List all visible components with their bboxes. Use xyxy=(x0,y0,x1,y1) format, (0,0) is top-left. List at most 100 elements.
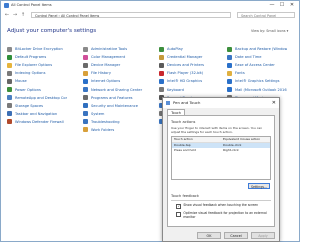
control-panel-item[interactable]: Security and Maintenance xyxy=(83,102,143,110)
control-panel-item[interactable]: Internet Options xyxy=(83,77,143,85)
control-panel-item[interactable]: Indexing Options xyxy=(7,69,67,77)
control-panel-item[interactable]: Devices and Printers xyxy=(159,61,219,69)
control-panel-item[interactable]: RemoteApp and Desktop Connections xyxy=(7,94,67,102)
touch-description: Use your finger to interact with items o… xyxy=(171,126,263,134)
item-label: Indexing Options xyxy=(15,71,46,76)
touch-actions-label: Touch actions xyxy=(171,120,196,124)
checkbox-label: Show visual feedback when touching the s… xyxy=(183,203,259,207)
control-panel-item[interactable]: Intel® HD Graphics xyxy=(159,77,219,85)
control-panel-item[interactable]: AutoPlay xyxy=(159,45,219,53)
item-icon xyxy=(7,103,12,109)
control-panel-item[interactable]: Default Programs xyxy=(7,53,67,61)
control-panel-item[interactable]: Keyboard xyxy=(159,85,219,93)
item-label: Work Folders xyxy=(91,127,115,132)
control-panel-item[interactable]: Power Options xyxy=(7,85,67,93)
divider xyxy=(171,200,271,201)
item-label: Mouse xyxy=(15,79,27,84)
forward-button[interactable]: → xyxy=(12,12,18,18)
item-label: RemoteApp and Desktop Connections xyxy=(15,95,67,100)
item-icon xyxy=(159,62,164,68)
item-label: Fonts xyxy=(235,71,245,76)
control-panel-item[interactable]: Intel® Graphics Settings xyxy=(227,77,287,85)
address-bar[interactable]: Control Panel › All Control Panel Items xyxy=(31,12,231,18)
item-label: Intel® Graphics Settings xyxy=(235,79,280,84)
dialog-title: Pen and Touch xyxy=(173,100,201,105)
apply-button[interactable]: Apply xyxy=(251,232,275,239)
item-label: Device Manager xyxy=(91,63,121,68)
control-panel-item[interactable]: Storage Spaces xyxy=(7,102,67,110)
item-label: Windows Defender Firewall xyxy=(15,119,64,124)
item-icon xyxy=(7,70,12,76)
control-panel-item[interactable]: Color Management xyxy=(83,53,143,61)
touch-actions-table[interactable]: Touch action Equivalent mouse action Dou… xyxy=(171,136,271,180)
item-icon xyxy=(227,62,232,68)
ok-button[interactable]: OK xyxy=(197,232,221,239)
control-panel-item[interactable]: Troubleshooting xyxy=(83,118,143,126)
item-label: Storage Spaces xyxy=(15,103,44,108)
control-panel-item[interactable]: Backup and Restore (Windows 7) xyxy=(227,45,287,53)
item-icon xyxy=(7,62,12,68)
column-header: Touch action xyxy=(174,137,193,141)
item-icon xyxy=(7,78,12,84)
optimize-feedback-checkbox[interactable]: Optimize visual feedback for projection … xyxy=(176,211,268,220)
maximize-button[interactable]: ☐ xyxy=(277,1,287,10)
items-column-1: BitLocker Drive Encryption Default Progra… xyxy=(7,45,67,126)
control-panel-item[interactable]: Date and Time xyxy=(227,53,287,61)
item-icon xyxy=(7,95,12,101)
control-panel-item[interactable]: Mouse xyxy=(7,77,67,85)
control-panel-item[interactable]: Fonts xyxy=(227,69,287,77)
item-icon xyxy=(83,95,88,101)
control-panel-item[interactable]: System xyxy=(83,110,143,118)
item-icon xyxy=(227,87,232,93)
table-row[interactable]: Press and hold Right-click xyxy=(172,148,270,153)
item-icon xyxy=(83,62,88,68)
item-icon xyxy=(227,54,232,60)
control-panel-item[interactable]: Work Folders xyxy=(83,126,143,134)
settings-button[interactable]: Settings... xyxy=(248,183,270,189)
control-panel-item[interactable]: Flash Player (32-bit) xyxy=(159,69,219,77)
item-label: Backup and Restore (Windows 7) xyxy=(235,47,287,52)
checkbox-box[interactable]: ✓ xyxy=(176,204,182,210)
control-panel-item[interactable]: Mail (Microsoft Outlook 2016) xyxy=(227,85,287,93)
dialog-title-bar: Pen and Touch ✕ xyxy=(163,98,279,108)
window-title: All Control Panel Items xyxy=(11,3,52,7)
checkbox-box[interactable] xyxy=(176,212,182,218)
item-icon xyxy=(83,103,88,109)
control-panel-item[interactable]: File History xyxy=(83,69,143,77)
back-button[interactable]: ← xyxy=(4,12,10,18)
table-cell: Press and hold xyxy=(174,148,196,152)
minimize-button[interactable]: — xyxy=(267,1,277,10)
item-label: BitLocker Drive Encryption xyxy=(15,47,63,52)
view-by-selector[interactable]: View by: Small icons ▾ xyxy=(251,29,288,33)
control-panel-item[interactable]: Ease of Access Center xyxy=(227,61,287,69)
page-title: Adjust your computer's settings xyxy=(7,28,97,34)
address-bar-row: ← → ↑ Control Panel › All Control Panel … xyxy=(1,11,299,19)
control-panel-item[interactable]: Taskbar and Navigation xyxy=(7,110,67,118)
control-panel-item[interactable]: Windows Defender Firewall xyxy=(7,118,67,126)
control-panel-item[interactable]: Administrative Tools xyxy=(83,45,143,53)
control-panel-item[interactable]: Credential Manager xyxy=(159,53,219,61)
control-panel-item[interactable]: Programs and Features xyxy=(83,94,143,102)
control-panel-item[interactable]: BitLocker Drive Encryption xyxy=(7,45,67,53)
item-label: Internet Options xyxy=(91,79,121,84)
item-label: File Explorer Options xyxy=(15,63,53,68)
cancel-button[interactable]: Cancel xyxy=(224,232,248,239)
item-label: Date and Time xyxy=(235,55,262,60)
search-input[interactable]: Search Control Panel xyxy=(237,12,295,18)
control-panel-item[interactable]: Network and Sharing Center xyxy=(83,85,143,93)
item-icon xyxy=(227,70,232,76)
item-label: AutoPlay xyxy=(167,47,183,52)
dialog-close-button[interactable]: ✕ xyxy=(272,98,276,108)
item-label: Credential Manager xyxy=(167,55,203,60)
column-header: Equivalent mouse action xyxy=(223,137,261,141)
show-feedback-checkbox[interactable]: ✓ Show visual feedback when touching the… xyxy=(176,203,259,210)
item-icon xyxy=(159,54,164,60)
up-button[interactable]: ↑ xyxy=(20,12,26,18)
control-panel-item[interactable]: File Explorer Options xyxy=(7,61,67,69)
item-label: System xyxy=(91,111,105,116)
control-panel-item[interactable]: Device Manager xyxy=(83,61,143,69)
pen-touch-icon xyxy=(166,101,170,105)
item-label: Administrative Tools xyxy=(91,47,128,52)
close-button[interactable]: ✕ xyxy=(287,1,297,10)
item-label: Security and Maintenance xyxy=(91,103,138,108)
